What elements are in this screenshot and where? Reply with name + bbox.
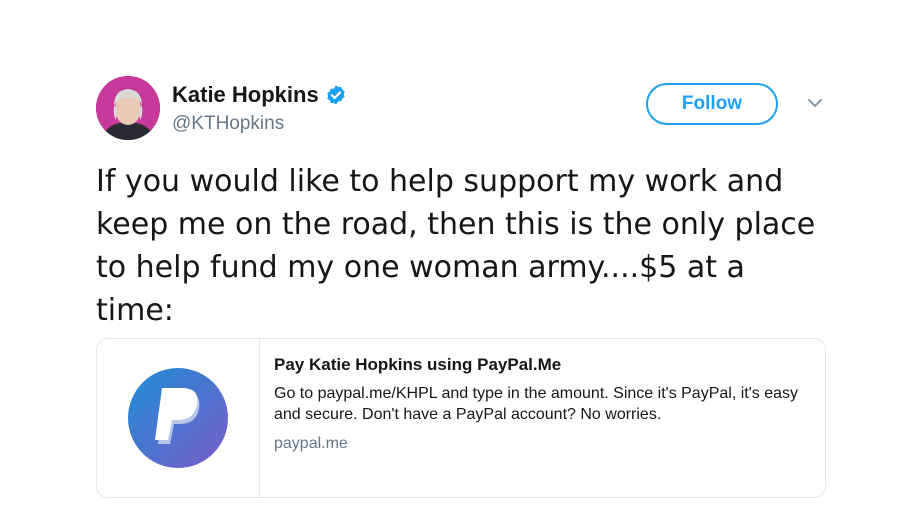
paypal-logo-icon [128, 368, 228, 468]
author-handle[interactable]: @KTHopkins [172, 113, 284, 135]
card-title: Pay Katie Hopkins using PayPal.Me [274, 355, 562, 374]
avatar[interactable] [96, 76, 160, 140]
avatar-photo [96, 76, 160, 140]
author-name-row[interactable]: Katie Hopkins [172, 82, 347, 108]
chevron-down-icon[interactable] [806, 97, 824, 109]
card-domain: paypal.me [274, 435, 348, 452]
card-image [97, 339, 260, 497]
link-preview-card[interactable]: Pay Katie Hopkins using PayPal.Me Go to … [96, 338, 826, 498]
tweet: Katie Hopkins @KTHopkins Follow If you w… [0, 0, 922, 508]
verified-badge-icon [325, 84, 347, 106]
tweet-text: If you would like to help support my wor… [96, 164, 816, 328]
card-description: Go to paypal.me/KHPL and type in the amo… [274, 385, 799, 423]
card-body: Pay Katie Hopkins using PayPal.Me Go to … [260, 339, 819, 497]
author-display-name[interactable]: Katie Hopkins [172, 82, 319, 108]
follow-button[interactable]: Follow [646, 83, 778, 125]
